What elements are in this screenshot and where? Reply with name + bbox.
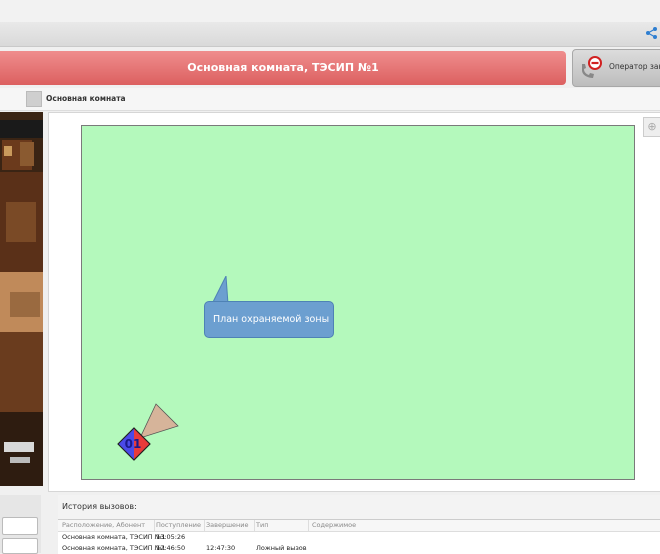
callout-pointer xyxy=(211,276,229,304)
alarm-banner[interactable]: Основная комната, ТЭСИП №1 xyxy=(0,51,566,85)
col-finished[interactable]: Завершение xyxy=(206,521,249,529)
sensor-marker[interactable]: 01 xyxy=(116,402,186,464)
table-header: Расположение, Абонент Поступление Заверш… xyxy=(58,520,660,532)
col-received[interactable]: Поступление xyxy=(156,521,201,529)
history-table: Расположение, Абонент Поступление Заверш… xyxy=(58,519,660,554)
col-content[interactable]: Содержимое xyxy=(312,521,356,529)
call-history-panel: История вызовов: Расположение, Абонент П… xyxy=(58,495,660,554)
col-location[interactable]: Расположение, Абонент xyxy=(62,521,145,529)
toolbar xyxy=(0,22,660,47)
cell-finished: 12:47:30 xyxy=(206,544,236,552)
zoom-tool-icon[interactable]: ⊕ xyxy=(643,117,660,137)
left-input-field[interactable] xyxy=(2,517,38,535)
bottom-left-panel xyxy=(0,495,41,554)
zone-plan-callout: План охраняемой зоны xyxy=(204,301,334,338)
table-row[interactable]: Основная комната, ТЭСИП №1 12:46:50 12:4… xyxy=(58,543,660,554)
table-row[interactable]: Основная комната, ТЭСИП №1 13:05:26 xyxy=(58,532,660,543)
network-icon[interactable] xyxy=(644,26,658,40)
cell-type: Ложный вызов xyxy=(256,544,307,552)
cell-received: 12:46:50 xyxy=(156,544,186,552)
left-input-field-2[interactable] xyxy=(2,538,38,554)
cell-location: Основная комната, ТЭСИП №1 xyxy=(62,544,166,552)
cell-location: Основная комната, ТЭСИП №1 xyxy=(62,533,166,541)
title-bar xyxy=(0,0,660,23)
operator-status-label: Оператор занят xyxy=(609,62,660,71)
cell-received: 13:05:26 xyxy=(156,533,186,541)
tab-toggle[interactable] xyxy=(26,91,42,107)
busy-phone-icon xyxy=(579,56,603,80)
location-tabstrip: Основная комната xyxy=(0,88,660,111)
operator-busy-button[interactable]: Оператор занят xyxy=(572,49,660,87)
tab-main-room[interactable]: Основная комната xyxy=(46,94,126,103)
history-title: История вызовов: xyxy=(62,502,137,511)
sensor-number: 01 xyxy=(125,437,142,451)
col-type[interactable]: Тип xyxy=(256,521,268,529)
camera-video-feed[interactable] xyxy=(0,112,43,486)
